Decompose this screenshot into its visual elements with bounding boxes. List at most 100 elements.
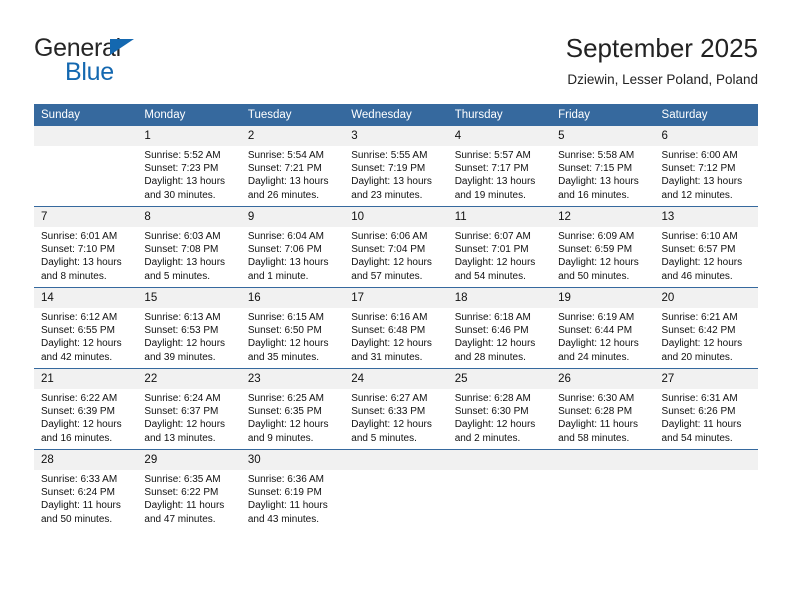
calendar-day-cell[interactable]: 21 Sunrise: 6:22 AM Sunset: 6:39 PM Dayligh… [34, 369, 138, 450]
calendar-day-cell[interactable]: 2 Sunrise: 5:54 AM Sunset: 7:21 PM Daylight… [240, 126, 345, 207]
sunset-time: Sunset: 7:10 PM [41, 244, 115, 256]
day-number: 9 [240, 207, 345, 227]
sunset-time: Sunset: 6:26 PM [661, 406, 736, 418]
calendar-day-cell[interactable]: 18 Sunrise: 6:18 AM Sunset: 6:46 PM Dayligh… [447, 288, 552, 369]
daylight-duration-line1: Daylight: 12 hours [351, 419, 432, 431]
sunrise-time: Sunrise: 6:16 AM [351, 312, 428, 323]
calendar-day-cell[interactable]: 13 Sunrise: 6:10 AM Sunset: 6:57 PM Dayligh… [654, 207, 758, 288]
calendar-day-cell[interactable]: 27 Sunrise: 6:31 AM Sunset: 6:26 PM Dayligh… [654, 369, 758, 450]
day-details: Sunrise: 6:01 AM Sunset: 7:10 PM Daylight:… [34, 227, 137, 283]
sunrise-time: Sunrise: 6:21 AM [661, 312, 738, 323]
sunrise-time: Sunrise: 6:31 AM [661, 393, 738, 404]
sunrise-sunset-calendar: Sunday Monday Tuesday Wednesday Thursday… [34, 104, 758, 530]
daylight-duration-line2: and 5 minutes. [144, 270, 211, 282]
calendar-day-cell[interactable]: 8 Sunrise: 6:03 AM Sunset: 7:08 PM Daylight… [137, 207, 241, 288]
day-cell-inner [551, 450, 655, 530]
daylight-duration-line2: and 19 minutes. [454, 189, 526, 201]
daylight-duration-line1: Daylight: 13 hours [661, 176, 743, 188]
sunrise-time: Sunrise: 6:28 AM [454, 393, 531, 404]
day-cell-inner: 18 Sunrise: 6:18 AM Sunset: 6:46 PM Dayligh… [447, 288, 552, 368]
calendar-day-cell[interactable]: 29 Sunrise: 6:35 AM Sunset: 6:22 PM Dayligh… [137, 450, 241, 531]
calendar-day-cell[interactable]: 16 Sunrise: 6:15 AM Sunset: 6:50 PM Dayligh… [240, 288, 345, 369]
daylight-duration-line2: and 26 minutes. [247, 189, 320, 201]
daylight-duration-line1: Daylight: 11 hours [41, 500, 121, 512]
daylight-duration-line1: Daylight: 11 hours [558, 419, 638, 431]
calendar-day-cell[interactable]: 10 Sunrise: 6:06 AM Sunset: 7:04 PM Dayligh… [344, 207, 448, 288]
day-details: Sunrise: 5:58 AM Sunset: 7:15 PM Daylight:… [551, 146, 654, 202]
sunrise-time: Sunrise: 6:18 AM [454, 312, 531, 323]
calendar-day-cell[interactable]: 3 Sunrise: 5:55 AM Sunset: 7:19 PM Daylight… [344, 126, 448, 207]
calendar-day-cell[interactable]: 14 Sunrise: 6:12 AM Sunset: 6:55 PM Dayligh… [34, 288, 138, 369]
daylight-duration-line1: Daylight: 12 hours [454, 419, 536, 431]
sunrise-time: Sunrise: 6:06 AM [351, 231, 428, 242]
sunset-time: Sunset: 7:23 PM [144, 163, 219, 175]
sunset-time: Sunset: 6:39 PM [41, 406, 115, 418]
calendar-day-cell[interactable]: 17 Sunrise: 6:16 AM Sunset: 6:48 PM Dayligh… [344, 288, 448, 369]
calendar-day-cell[interactable]: 30 Sunrise: 6:36 AM Sunset: 6:19 PM Dayligh… [240, 450, 345, 531]
day-number: 20 [654, 288, 758, 308]
sunrise-time: Sunrise: 5:55 AM [351, 150, 428, 161]
calendar-day-cell[interactable]: 20 Sunrise: 6:21 AM Sunset: 6:42 PM Dayligh… [654, 288, 758, 369]
day-cell-inner: 20 Sunrise: 6:21 AM Sunset: 6:42 PM Dayligh… [654, 288, 758, 368]
calendar-day-cell[interactable]: 28 Sunrise: 6:33 AM Sunset: 6:24 PM Dayligh… [34, 450, 138, 531]
sunset-time: Sunset: 6:35 PM [247, 406, 322, 418]
sunset-time: Sunset: 6:22 PM [144, 487, 219, 499]
calendar-day-cell[interactable]: 6 Sunrise: 6:00 AM Sunset: 7:12 PM Daylight… [654, 126, 758, 207]
day-details: Sunrise: 6:18 AM Sunset: 6:46 PM Daylight:… [448, 308, 551, 364]
day-number: 22 [137, 369, 241, 389]
daylight-duration-line2: and 42 minutes. [41, 351, 113, 363]
day-details: Sunrise: 6:22 AM Sunset: 6:39 PM Daylight:… [34, 389, 137, 445]
calendar-day-cell[interactable] [551, 450, 655, 531]
calendar-day-cell[interactable]: 4 Sunrise: 5:57 AM Sunset: 7:17 PM Daylight… [447, 126, 552, 207]
day-cell-inner [344, 450, 448, 530]
calendar-page: General Blue September 2025 Dziewin, Les… [0, 0, 792, 612]
calendar-day-cell[interactable] [654, 450, 758, 531]
daylight-duration-line1: Daylight: 12 hours [454, 338, 536, 350]
calendar-day-cell[interactable]: 9 Sunrise: 6:04 AM Sunset: 7:06 PM Daylight… [240, 207, 345, 288]
day-number [654, 450, 758, 470]
page-header: General Blue September 2025 Dziewin, Les… [0, 0, 792, 104]
daylight-duration-line2: and 20 minutes. [661, 351, 733, 363]
calendar-day-cell[interactable]: 1 Sunrise: 5:52 AM Sunset: 7:23 PM Daylight… [137, 126, 241, 207]
day-number: 17 [344, 288, 448, 308]
calendar-day-cell[interactable]: 5 Sunrise: 5:58 AM Sunset: 7:15 PM Daylight… [551, 126, 655, 207]
sunset-time: Sunset: 6:48 PM [351, 325, 426, 337]
calendar-day-cell[interactable]: 12 Sunrise: 6:09 AM Sunset: 6:59 PM Dayligh… [551, 207, 655, 288]
day-cell-inner: 8 Sunrise: 6:03 AM Sunset: 7:08 PM Daylight… [137, 207, 241, 287]
general-blue-logo[interactable]: General Blue [34, 34, 234, 86]
calendar-day-cell[interactable]: 24 Sunrise: 6:27 AM Sunset: 6:33 PM Dayligh… [344, 369, 448, 450]
calendar-day-cell[interactable] [447, 450, 552, 531]
day-cell-inner: 24 Sunrise: 6:27 AM Sunset: 6:33 PM Dayligh… [344, 369, 448, 449]
sunset-time: Sunset: 6:50 PM [247, 325, 322, 337]
day-details: Sunrise: 5:55 AM Sunset: 7:19 PM Daylight:… [344, 146, 447, 202]
calendar-day-cell[interactable]: 11 Sunrise: 6:07 AM Sunset: 7:01 PM Dayligh… [447, 207, 552, 288]
calendar-day-cell[interactable]: 7 Sunrise: 6:01 AM Sunset: 7:10 PM Daylight… [34, 207, 138, 288]
calendar-day-cell[interactable] [34, 126, 138, 207]
daylight-duration-line1: Daylight: 12 hours [351, 257, 432, 269]
calendar-day-cell[interactable]: 15 Sunrise: 6:13 AM Sunset: 6:53 PM Dayligh… [137, 288, 241, 369]
calendar-day-cell[interactable]: 23 Sunrise: 6:25 AM Sunset: 6:35 PM Dayligh… [240, 369, 345, 450]
daylight-duration-line1: Daylight: 11 hours [144, 500, 225, 512]
calendar-day-cell[interactable] [344, 450, 448, 531]
sunset-time: Sunset: 7:12 PM [661, 163, 736, 175]
day-number: 23 [240, 369, 345, 389]
calendar-day-cell[interactable]: 25 Sunrise: 6:28 AM Sunset: 6:30 PM Dayligh… [447, 369, 552, 450]
day-cell-inner [654, 450, 758, 530]
day-cell-inner: 15 Sunrise: 6:13 AM Sunset: 6:53 PM Dayligh… [137, 288, 241, 368]
day-cell-inner: 1 Sunrise: 5:52 AM Sunset: 7:23 PM Daylight… [137, 126, 241, 206]
sunrise-time: Sunrise: 5:52 AM [144, 150, 221, 161]
calendar-day-cell[interactable]: 19 Sunrise: 6:19 AM Sunset: 6:44 PM Dayligh… [551, 288, 655, 369]
day-details: Sunrise: 6:33 AM Sunset: 6:24 PM Daylight:… [34, 470, 137, 526]
sunset-time: Sunset: 6:42 PM [661, 325, 736, 337]
day-details: Sunrise: 6:19 AM Sunset: 6:44 PM Daylight:… [551, 308, 654, 364]
calendar-day-cell[interactable]: 26 Sunrise: 6:30 AM Sunset: 6:28 PM Dayligh… [551, 369, 655, 450]
calendar-day-cell[interactable]: 22 Sunrise: 6:24 AM Sunset: 6:37 PM Dayligh… [137, 369, 241, 450]
day-cell-inner: 13 Sunrise: 6:10 AM Sunset: 6:57 PM Dayligh… [654, 207, 758, 287]
daylight-duration-line1: Daylight: 12 hours [661, 338, 743, 350]
day-number: 19 [551, 288, 655, 308]
day-details: Sunrise: 6:35 AM Sunset: 6:22 PM Daylight:… [137, 470, 240, 526]
sunrise-time: Sunrise: 6:00 AM [661, 150, 738, 161]
sunrise-time: Sunrise: 6:33 AM [41, 474, 118, 485]
daylight-duration-line2: and 1 minute. [247, 270, 309, 282]
sunrise-time: Sunrise: 6:09 AM [558, 231, 635, 242]
